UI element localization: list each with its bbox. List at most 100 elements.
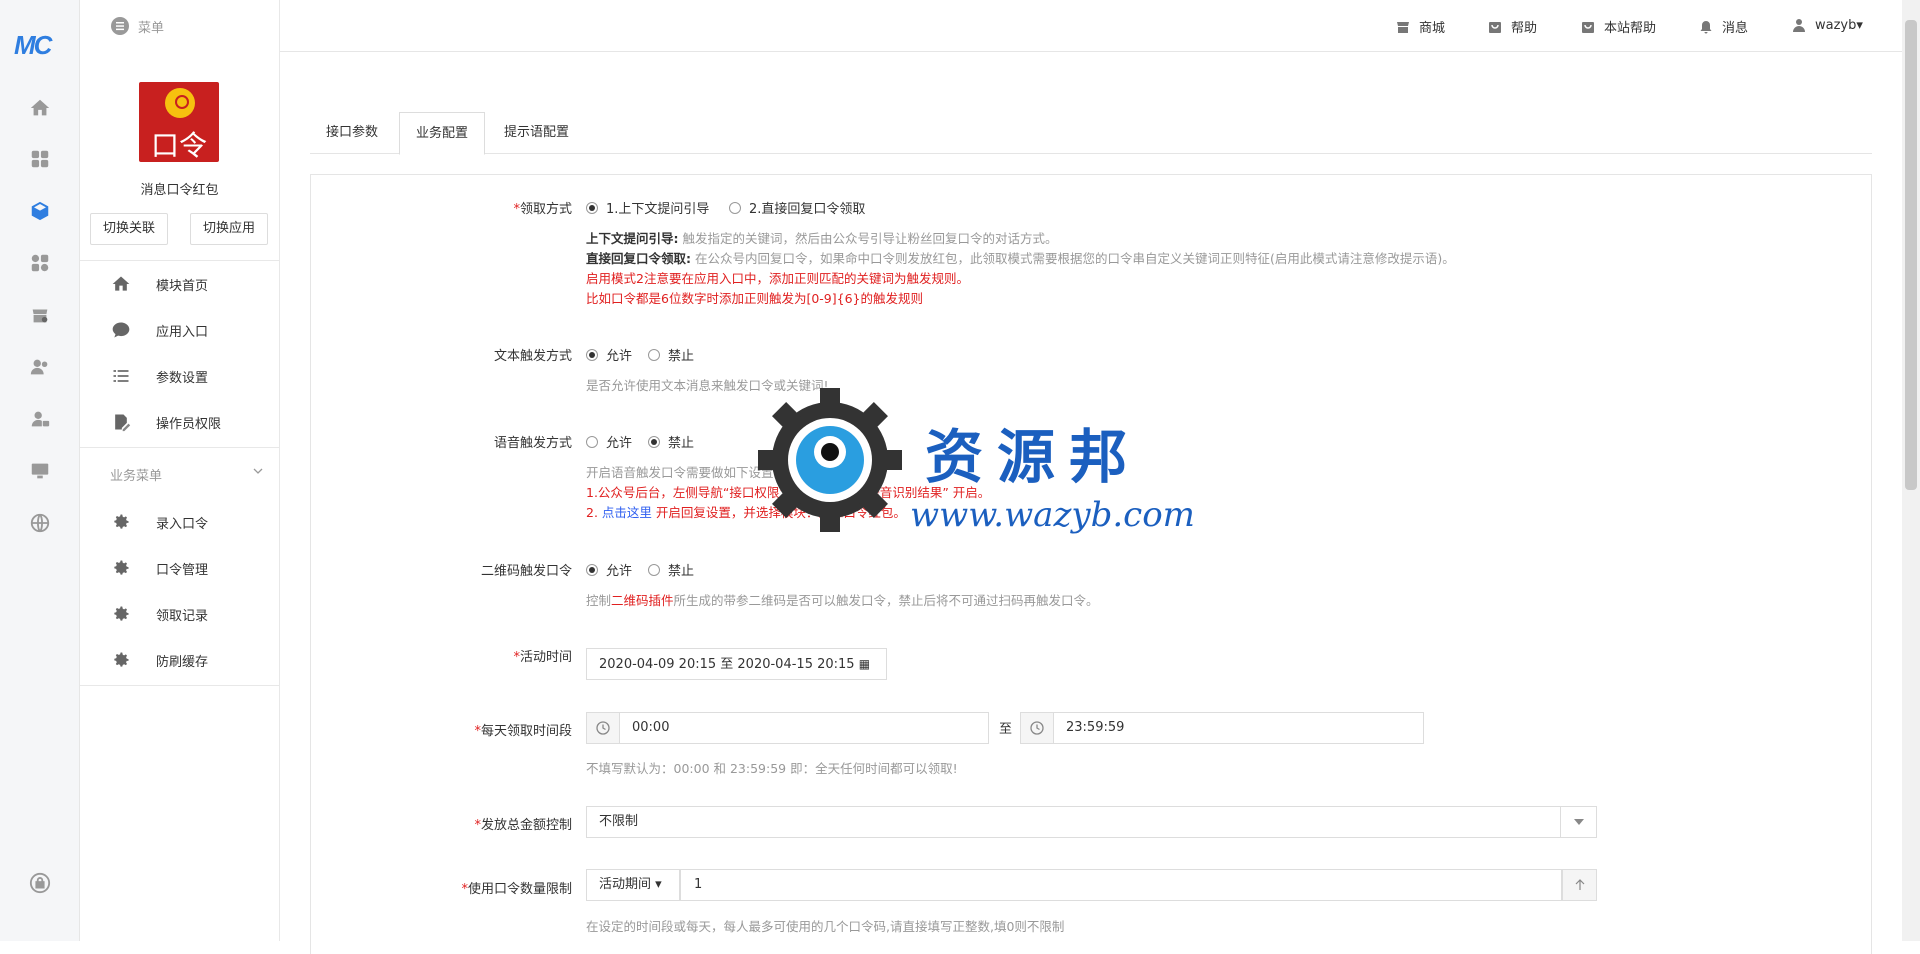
daily-end-input[interactable]: 23:59:59 bbox=[1053, 712, 1424, 744]
voice-trigger-deny[interactable]: 禁止 bbox=[648, 432, 694, 451]
cube-icon[interactable] bbox=[28, 199, 52, 223]
divider bbox=[80, 685, 279, 686]
tab-business-config[interactable]: 业务配置 bbox=[399, 112, 486, 155]
globe-icon[interactable] bbox=[28, 511, 52, 535]
user-icon bbox=[1793, 19, 1805, 32]
activity-time-range[interactable]: 2020-04-09 20:15 至 2020-04-15 20:15 ▦ bbox=[586, 648, 887, 680]
topbar-link-site-help[interactable]: 本站帮助 bbox=[1580, 17, 1656, 36]
activity-time-label: *活动时间 bbox=[513, 650, 572, 665]
claim-mode-label: *领取方式 bbox=[513, 202, 572, 217]
edit-doc-icon bbox=[110, 411, 132, 433]
users-icon[interactable] bbox=[28, 355, 52, 379]
clock-icon bbox=[1020, 712, 1054, 744]
scrollbar-thumb[interactable] bbox=[1905, 20, 1917, 490]
apps-icon[interactable] bbox=[28, 147, 52, 171]
calendar-icon: ▦ bbox=[858, 657, 871, 671]
qr-trigger-help: 控制二维码插件所生成的带参二维码是否可以触发口令，禁止后将不可通过扫码再触发口令… bbox=[586, 593, 1099, 608]
voice-trigger-label: 语音触发方式 bbox=[493, 436, 572, 451]
top-bar: 菜单 商城 帮助 本站帮助 消息 wazyb▾ bbox=[111, 0, 1920, 52]
daily-period-help: 不填写默认为：00:00 和 23:59:59 即：全天任何时间都可以领取! bbox=[586, 761, 958, 776]
amount-control-select[interactable]: 不限制 bbox=[586, 806, 1597, 838]
topbar-link-store[interactable]: 商城 bbox=[1395, 17, 1445, 36]
select-arrow-icon[interactable] bbox=[1560, 806, 1597, 838]
text-trigger-deny[interactable]: 禁止 bbox=[648, 345, 694, 364]
voice-trigger-warning-1: 1.公众号后台，左侧导航“接口权限”中，找到“接收语音识别结果” 开启。 bbox=[586, 485, 991, 500]
qr-trigger-allow[interactable]: 允许 bbox=[586, 560, 632, 579]
lock-icon[interactable] bbox=[28, 871, 52, 895]
app-icon: 口令 bbox=[139, 82, 219, 162]
qr-plugin-link[interactable]: 二维码插件 bbox=[611, 593, 674, 608]
key-icon bbox=[165, 88, 195, 118]
voice-trigger-help: 开启语音触发口令需要做如下设置： bbox=[586, 465, 787, 480]
user-menu[interactable]: wazyb▾ bbox=[1791, 17, 1863, 33]
menu-icon bbox=[111, 17, 129, 35]
clock-icon bbox=[586, 712, 620, 744]
code-limit-input[interactable]: 1 bbox=[680, 869, 1562, 901]
list-icon bbox=[110, 365, 132, 387]
stepper-up-icon[interactable] bbox=[1562, 869, 1597, 901]
claim-mode-help-2: 直接回复口令领取: 在公众号内回复口令，如果命中口令则发放红包，此领取模式需要根… bbox=[586, 251, 1455, 266]
radio-dot bbox=[648, 348, 660, 361]
bag-icon bbox=[1489, 21, 1501, 33]
gear-icon bbox=[110, 557, 132, 579]
code-limit-help: 在设定的时间段或每天，每人最多可使用的几个口令码,请直接填写正整数,填0则不限制 bbox=[586, 919, 1065, 934]
tab-bar: 接口参数 业务配置 提示语配置 bbox=[310, 112, 1872, 155]
bag-icon bbox=[1582, 21, 1594, 33]
divider bbox=[80, 260, 279, 261]
voice-trigger-warning-2: 2. 点击这里 开启回复设置，并选择模块：消息口令红包。 bbox=[586, 505, 906, 520]
sidebar-item-enter-code[interactable]: 录入口令 bbox=[80, 502, 279, 542]
sidebar-item-anti-spam[interactable]: 防刷缓存 bbox=[80, 640, 279, 680]
chevron-down-icon[interactable] bbox=[253, 466, 263, 476]
menu-toggle[interactable]: 菜单 bbox=[110, 16, 164, 36]
amount-control-label: *发放总金额控制 bbox=[474, 818, 572, 833]
sidebar-item-operator-perm[interactable]: 操作员权限 bbox=[80, 402, 279, 442]
sidebar: 口令 消息口令红包 切换关联 切换应用 模块首页 应用入口 参数设置 操作员权限… bbox=[80, 0, 280, 941]
sidebar-item-app-entry[interactable]: 应用入口 bbox=[80, 310, 279, 350]
store-icon[interactable] bbox=[28, 303, 52, 327]
topbar-link-help[interactable]: 帮助 bbox=[1487, 17, 1537, 36]
claim-mode-warning-1: 启用模式2注意要在应用入口中，添加正则匹配的关键词为触发规则。 bbox=[586, 271, 969, 286]
claim-mode-help-1: 上下文提问引导: 触发指定的关键词，然后由公众号引导让粉丝回复口令的对话方式。 bbox=[586, 231, 1058, 246]
switch-app-button[interactable]: 切换应用 bbox=[190, 213, 269, 245]
switch-link-button[interactable]: 切换关联 bbox=[90, 213, 169, 245]
text-trigger-label: 文本触发方式 bbox=[493, 349, 572, 364]
gear-icon bbox=[110, 603, 132, 625]
menu-label: 菜单 bbox=[138, 20, 165, 36]
sidebar-item-params[interactable]: 参数设置 bbox=[80, 356, 279, 396]
code-limit-period-dropdown[interactable]: 活动期间 ▾ bbox=[586, 869, 680, 901]
code-limit-label: *使用口令数量限制 bbox=[461, 882, 572, 897]
text-trigger-allow[interactable]: 允许 bbox=[586, 345, 632, 364]
claim-mode-option-2[interactable]: 2.直接回复口令领取 bbox=[729, 198, 865, 217]
home-icon[interactable] bbox=[28, 96, 52, 120]
sidebar-item-claim-records[interactable]: 领取记录 bbox=[80, 594, 279, 634]
radio-dot bbox=[586, 201, 598, 214]
chat-icon bbox=[110, 319, 132, 341]
radio-dot bbox=[648, 563, 660, 576]
click-here-link[interactable]: 点击这里 bbox=[602, 505, 652, 520]
gear-icon bbox=[110, 649, 132, 671]
sidebar-item-code-manage[interactable]: 口令管理 bbox=[80, 548, 279, 588]
widgets-icon[interactable] bbox=[28, 251, 52, 275]
radio-dot bbox=[586, 348, 598, 361]
daily-period-label: *每天领取时间段 bbox=[474, 724, 572, 739]
topbar-link-messages[interactable]: 消息 bbox=[1698, 17, 1748, 36]
user-lock-icon[interactable] bbox=[28, 407, 52, 431]
sidebar-item-module-home[interactable]: 模块首页 bbox=[80, 264, 279, 304]
logo: MC bbox=[14, 30, 52, 60]
radio-dot bbox=[586, 435, 598, 448]
radio-dot bbox=[729, 201, 741, 214]
radio-dot bbox=[648, 435, 660, 448]
icon-rail: MC bbox=[0, 0, 80, 941]
qr-trigger-deny[interactable]: 禁止 bbox=[648, 560, 694, 579]
claim-mode-option-1[interactable]: 1.上下文提问引导 bbox=[586, 198, 709, 217]
voice-trigger-allow[interactable]: 允许 bbox=[586, 432, 632, 451]
tab-prompt-config[interactable]: 提示语配置 bbox=[488, 112, 585, 155]
tab-api-params[interactable]: 接口参数 bbox=[310, 112, 394, 155]
bell-icon bbox=[1700, 20, 1712, 33]
monitor-icon[interactable] bbox=[28, 459, 52, 483]
app-name: 消息口令红包 bbox=[140, 183, 219, 198]
text-trigger-help: 是否允许使用文本消息来触发口令或关键词! bbox=[586, 378, 829, 393]
group-title: 业务菜单 bbox=[110, 469, 163, 484]
daily-start-input[interactable]: 00:00 bbox=[619, 712, 989, 744]
divider bbox=[80, 447, 279, 448]
